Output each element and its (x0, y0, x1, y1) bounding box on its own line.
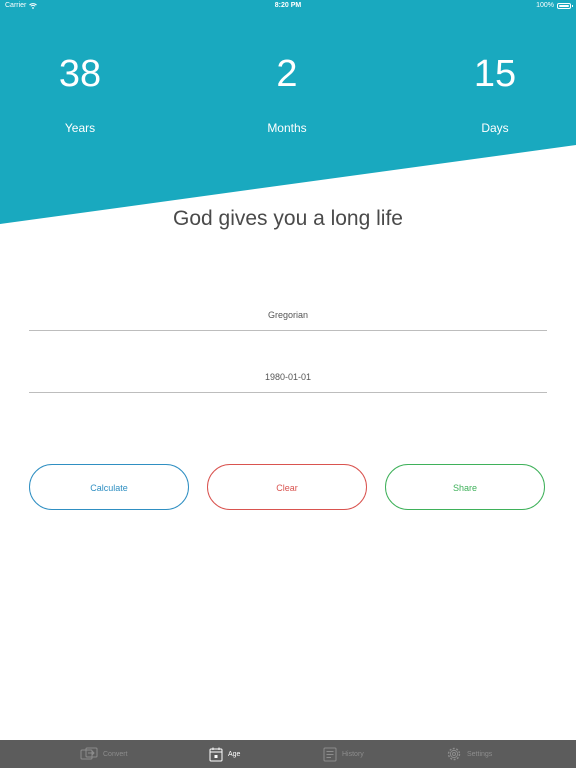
tab-bar: Convert Age History Settings (0, 740, 576, 768)
status-time: 8:20 PM (274, 2, 302, 9)
age-calculator-screen: Carrier 8:20 PM 100% 38 Years 2 Months 1… (0, 0, 576, 768)
tab-history-label: History (342, 750, 364, 758)
months-value: 2 (276, 53, 298, 95)
calendar-type-field[interactable]: Gregorian (29, 300, 547, 331)
years-value: 38 (58, 53, 102, 95)
calculate-button[interactable]: Calculate (29, 464, 189, 510)
battery-icon (557, 2, 573, 9)
days-readout: 15 Days (415, 52, 575, 135)
battery-percent: 100% (536, 2, 554, 9)
tab-settings-label: Settings (467, 750, 493, 758)
months-label: Months (267, 121, 307, 135)
clear-button[interactable]: Clear (207, 464, 367, 510)
tab-convert[interactable]: Convert (80, 740, 128, 768)
status-bar: Carrier 8:20 PM 100% (0, 0, 576, 13)
tab-settings[interactable]: Settings (446, 740, 492, 768)
days-label: Days (481, 121, 509, 135)
days-value: 15 (473, 53, 517, 95)
tab-convert-label: Convert (103, 750, 128, 758)
birth-date-field[interactable]: 1980-01-01 (29, 362, 547, 393)
gear-icon (447, 747, 461, 761)
calendar-icon (209, 747, 223, 761)
tab-age-label: Age (228, 750, 241, 758)
tab-age[interactable]: Age (209, 740, 240, 768)
years-readout: 38 Years (0, 52, 160, 135)
months-readout: 2 Months (207, 52, 367, 135)
years-label: Years (64, 121, 96, 135)
tagline: God gives you a long life (173, 207, 403, 230)
status-battery: 100% (536, 2, 573, 9)
history-icon (323, 747, 337, 761)
tab-history[interactable]: History (323, 740, 364, 768)
share-button[interactable]: Share (385, 464, 545, 510)
convert-icon (80, 747, 98, 760)
